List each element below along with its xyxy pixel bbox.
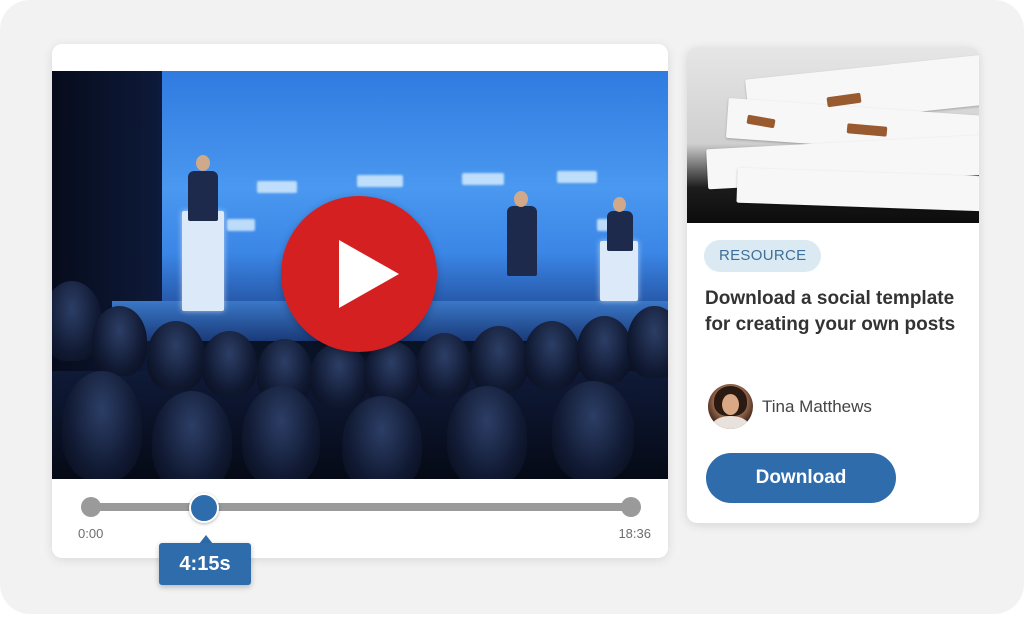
start-time-label: 0:00 (78, 526, 104, 541)
stage-light (227, 219, 255, 231)
progress-start-cap (81, 497, 101, 517)
audience-head (242, 386, 320, 479)
panelist-head (613, 197, 626, 212)
audience-head (62, 371, 142, 479)
progress-thumb[interactable] (189, 493, 219, 523)
audience-head (524, 321, 580, 389)
audience-head (147, 321, 205, 391)
stage-light (357, 175, 403, 187)
paper-stack (736, 167, 979, 212)
resource-card: RESOURCE Download a social template for … (687, 47, 979, 523)
stage-light (557, 171, 597, 183)
resource-title: Download a social template for creating … (705, 288, 956, 335)
progress-end-cap (621, 497, 641, 517)
download-button[interactable]: Download (706, 453, 896, 503)
play-button[interactable] (281, 196, 437, 352)
resource-image (687, 47, 979, 223)
audience-head (447, 386, 527, 479)
speaker (188, 171, 218, 221)
end-time-label: 18:36 (618, 526, 651, 541)
audience-head (92, 306, 147, 376)
audience-head (202, 331, 257, 396)
panelist (607, 211, 633, 251)
video-player-card: 0:00 18:36 (52, 44, 668, 558)
avatar-shoulders (712, 416, 749, 429)
speaker-head (196, 155, 210, 171)
stage-light (462, 173, 504, 185)
audience-head (577, 316, 632, 384)
audience-head (470, 326, 528, 394)
author-name: Tina Matthews (762, 397, 872, 416)
avatar (708, 384, 753, 429)
panelist-head (514, 191, 528, 207)
current-time-tooltip: 4:15s (159, 543, 251, 585)
panelist (507, 206, 537, 276)
progress-track[interactable] (90, 503, 630, 511)
video-thumbnail[interactable] (52, 71, 668, 479)
audience-head (310, 343, 368, 408)
stage-light (257, 181, 297, 193)
avatar-face (722, 394, 739, 415)
resource-badge: RESOURCE (704, 240, 822, 272)
audience-head (552, 381, 634, 479)
podium (182, 211, 224, 311)
play-icon (339, 240, 399, 308)
